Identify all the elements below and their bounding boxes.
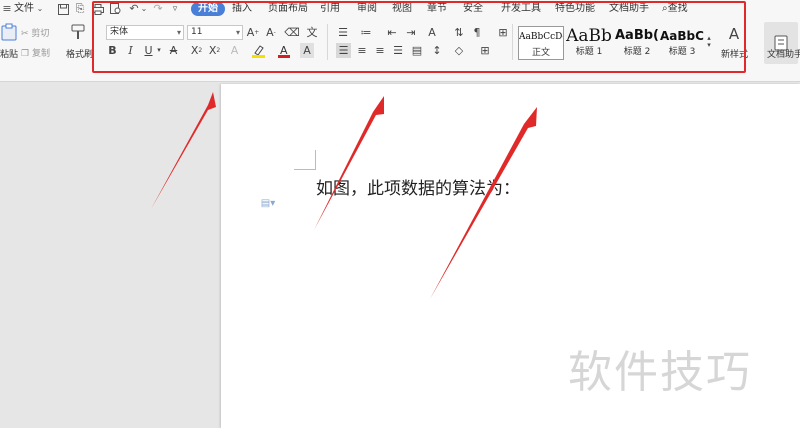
annotation-arrow <box>314 96 384 230</box>
wps-writer-window: ≡ 文件 ⌄ ⎘ ↶ ⌄ ↷ ▿ 开始 插入 页面布局 引用 审阅 视图 章节 <box>0 0 800 428</box>
annotation-arrows <box>151 92 537 299</box>
annotation-arrow <box>151 92 216 209</box>
annotation-arrow <box>430 107 537 299</box>
